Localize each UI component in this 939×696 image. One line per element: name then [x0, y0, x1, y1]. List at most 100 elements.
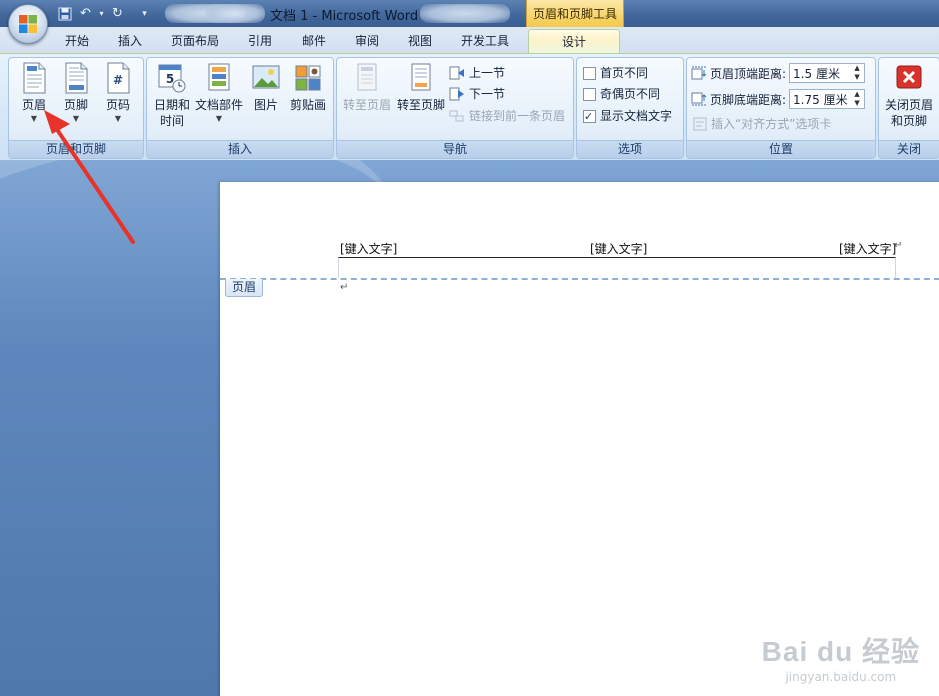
goto-footer-button[interactable]: 转至页脚 — [393, 62, 449, 113]
tab-references[interactable]: 引用 — [238, 30, 282, 52]
tab-page-layout[interactable]: 页面布局 — [162, 30, 228, 52]
document-page[interactable]: [键入文字] [键入文字] [键入文字] ↵ 页眉 ↵ Bai du 经验 ji… — [220, 182, 939, 696]
redo-icon[interactable]: ↻ — [109, 5, 126, 22]
close-header-footer-label-line2: 和页脚 — [890, 114, 927, 128]
previous-section-label: 上一节 — [469, 66, 506, 80]
header-position-icon — [691, 66, 707, 80]
page-number-button[interactable]: # 页码 ▼ — [97, 62, 139, 125]
clip-art-icon — [295, 65, 321, 91]
group-label-navigation: 导航 — [337, 140, 573, 158]
page-number-button-label: 页码 — [105, 98, 130, 112]
next-section-icon — [449, 87, 464, 101]
different-odd-even-checkbox[interactable]: 奇偶页不同 — [583, 84, 660, 104]
date-time-button[interactable]: 5 日期和 时间 — [149, 62, 195, 129]
footer-position-icon — [691, 92, 707, 106]
goto-footer-icon — [411, 63, 431, 91]
insert-alignment-tab-label: 插入“对齐方式”选项卡 — [711, 117, 832, 131]
different-odd-even-label: 奇偶页不同 — [600, 87, 661, 101]
picture-icon — [252, 65, 280, 89]
footer-from-bottom-input[interactable]: 1.75 厘米 ▲ ▼ — [789, 89, 866, 109]
different-first-page-label: 首页不同 — [600, 66, 649, 80]
header-from-top-control: 页眉顶端距离: 1.5 厘米 ▲ ▼ — [691, 62, 866, 84]
baidu-watermark: Bai du 经验 jingyan.baidu.com — [762, 630, 920, 684]
quick-parts-button[interactable]: 文档部件 ▼ — [195, 62, 243, 125]
picture-button[interactable]: 图片 — [245, 62, 287, 113]
blurred-region — [420, 4, 510, 23]
blurred-region — [205, 4, 265, 23]
header-area[interactable]: [键入文字] [键入文字] [键入文字] ↵ — [220, 182, 939, 278]
group-label-options: 选项 — [577, 140, 683, 158]
customize-qat-icon[interactable]: ▾ — [136, 5, 153, 22]
header-boundary-line — [220, 278, 939, 280]
checkbox-checked-icon — [583, 107, 596, 127]
group-position: 页眉顶端距离: 1.5 厘米 ▲ ▼ 页脚底端距离: 1.75 厘米 ▲ ▼ 插入“… — [686, 57, 876, 159]
group-close: 关闭页眉 和页脚 关闭 — [878, 57, 939, 159]
previous-section-button[interactable]: 上一节 — [449, 63, 505, 83]
chevron-down-icon: ▼ — [114, 114, 122, 123]
ribbon-tabs: 开始 插入 页面布局 引用 邮件 审阅 视图 开发工具 设计 — [0, 27, 939, 54]
group-options: 首页不同 奇偶页不同 显示文档文字 选项 — [576, 57, 684, 159]
group-label-close: 关闭 — [879, 140, 939, 158]
header-center-placeholder[interactable]: [键入文字] — [590, 240, 647, 257]
date-time-label-line2: 时间 — [159, 114, 184, 128]
footer-button[interactable]: 页脚 ▼ — [55, 62, 97, 125]
tab-view[interactable]: 视图 — [398, 30, 442, 52]
header-end-mark: ↵ — [894, 240, 903, 251]
close-header-footer-button[interactable]: 关闭页眉 和页脚 — [881, 62, 937, 129]
header-button-label: 页眉 — [21, 98, 46, 112]
tab-developer[interactable]: 开发工具 — [452, 30, 518, 52]
spinner-arrows-icon[interactable]: ▲ ▼ — [852, 64, 862, 82]
show-document-text-label: 显示文档文字 — [600, 109, 673, 123]
window-title: 文档 1 - Microsoft Word — [270, 9, 419, 24]
header-border-line — [338, 257, 896, 278]
link-to-previous-label: 链接到前一条页眉 — [469, 109, 566, 123]
footer-from-bottom-control: 页脚底端距离: 1.75 厘米 ▲ ▼ — [691, 88, 866, 110]
header-button[interactable]: 页眉 ▼ — [13, 62, 55, 125]
tab-design[interactable]: 设计 — [528, 29, 620, 54]
group-label-header-footer: 页眉和页脚 — [9, 140, 143, 158]
quick-parts-icon — [208, 63, 230, 91]
goto-footer-label: 转至页脚 — [396, 98, 445, 112]
picture-label: 图片 — [253, 98, 278, 112]
undo-dropdown-icon[interactable]: ▾ — [98, 5, 105, 22]
tab-review[interactable]: 审阅 — [345, 30, 389, 52]
next-section-label: 下一节 — [469, 87, 506, 101]
next-section-button[interactable]: 下一节 — [449, 84, 505, 104]
context-tool-title: 页眉和页脚工具 — [526, 0, 624, 27]
header-from-top-label: 页眉顶端距离: — [710, 66, 787, 81]
header-left-placeholder[interactable]: [键入文字] — [340, 240, 397, 257]
header-right-placeholder[interactable]: [键入文字] — [839, 240, 896, 257]
undo-icon[interactable]: ↶ — [77, 5, 94, 22]
chevron-down-icon: ▼ — [30, 114, 38, 123]
show-document-text-checkbox[interactable]: 显示文档文字 — [583, 106, 673, 127]
goto-header-label: 转至页眉 — [342, 98, 391, 112]
clip-art-label: 剪贴画 — [289, 98, 326, 112]
office-logo-icon — [19, 15, 37, 33]
watermark-brand: Bai du 经验 — [761, 636, 920, 667]
tab-home[interactable]: 开始 — [55, 30, 99, 52]
clip-art-button[interactable]: 剪贴画 — [287, 62, 329, 113]
insert-alignment-tab-button[interactable]: 插入“对齐方式”选项卡 — [693, 114, 831, 134]
office-button[interactable] — [8, 4, 48, 44]
close-header-footer-label-line1: 关闭页眉 — [884, 98, 933, 112]
save-icon[interactable] — [56, 5, 73, 22]
header-from-top-input[interactable]: 1.5 厘米 ▲ ▼ — [789, 63, 866, 83]
alignment-tab-icon — [693, 117, 707, 131]
quick-access-toolbar: ↶ ▾ ↻ ▾ — [56, 4, 153, 23]
page-number-icon: # — [107, 62, 130, 94]
svg-text:#: # — [113, 73, 123, 87]
link-to-previous-button[interactable]: 链接到前一条页眉 — [449, 106, 565, 126]
checkbox-icon — [583, 66, 596, 80]
header-icon — [23, 62, 46, 94]
ribbon: 页眉 ▼ 页脚 ▼ # 页码 ▼ 页眉和页脚 5 日期和 时间 文档部件 ▼ 图… — [0, 53, 939, 161]
paragraph-mark: ↵ — [340, 282, 349, 293]
tab-mailings[interactable]: 邮件 — [292, 30, 336, 52]
footer-from-bottom-label: 页脚底端距离: — [710, 92, 787, 107]
previous-section-icon — [449, 66, 464, 80]
spinner-arrows-icon[interactable]: ▲ ▼ — [852, 90, 862, 108]
chevron-down-icon: ▼ — [72, 114, 80, 123]
tab-insert[interactable]: 插入 — [108, 30, 152, 52]
different-first-page-checkbox[interactable]: 首页不同 — [583, 63, 648, 83]
goto-header-button[interactable]: 转至页眉 — [339, 62, 395, 113]
group-insert: 5 日期和 时间 文档部件 ▼ 图片 剪贴画 插入 — [146, 57, 334, 159]
